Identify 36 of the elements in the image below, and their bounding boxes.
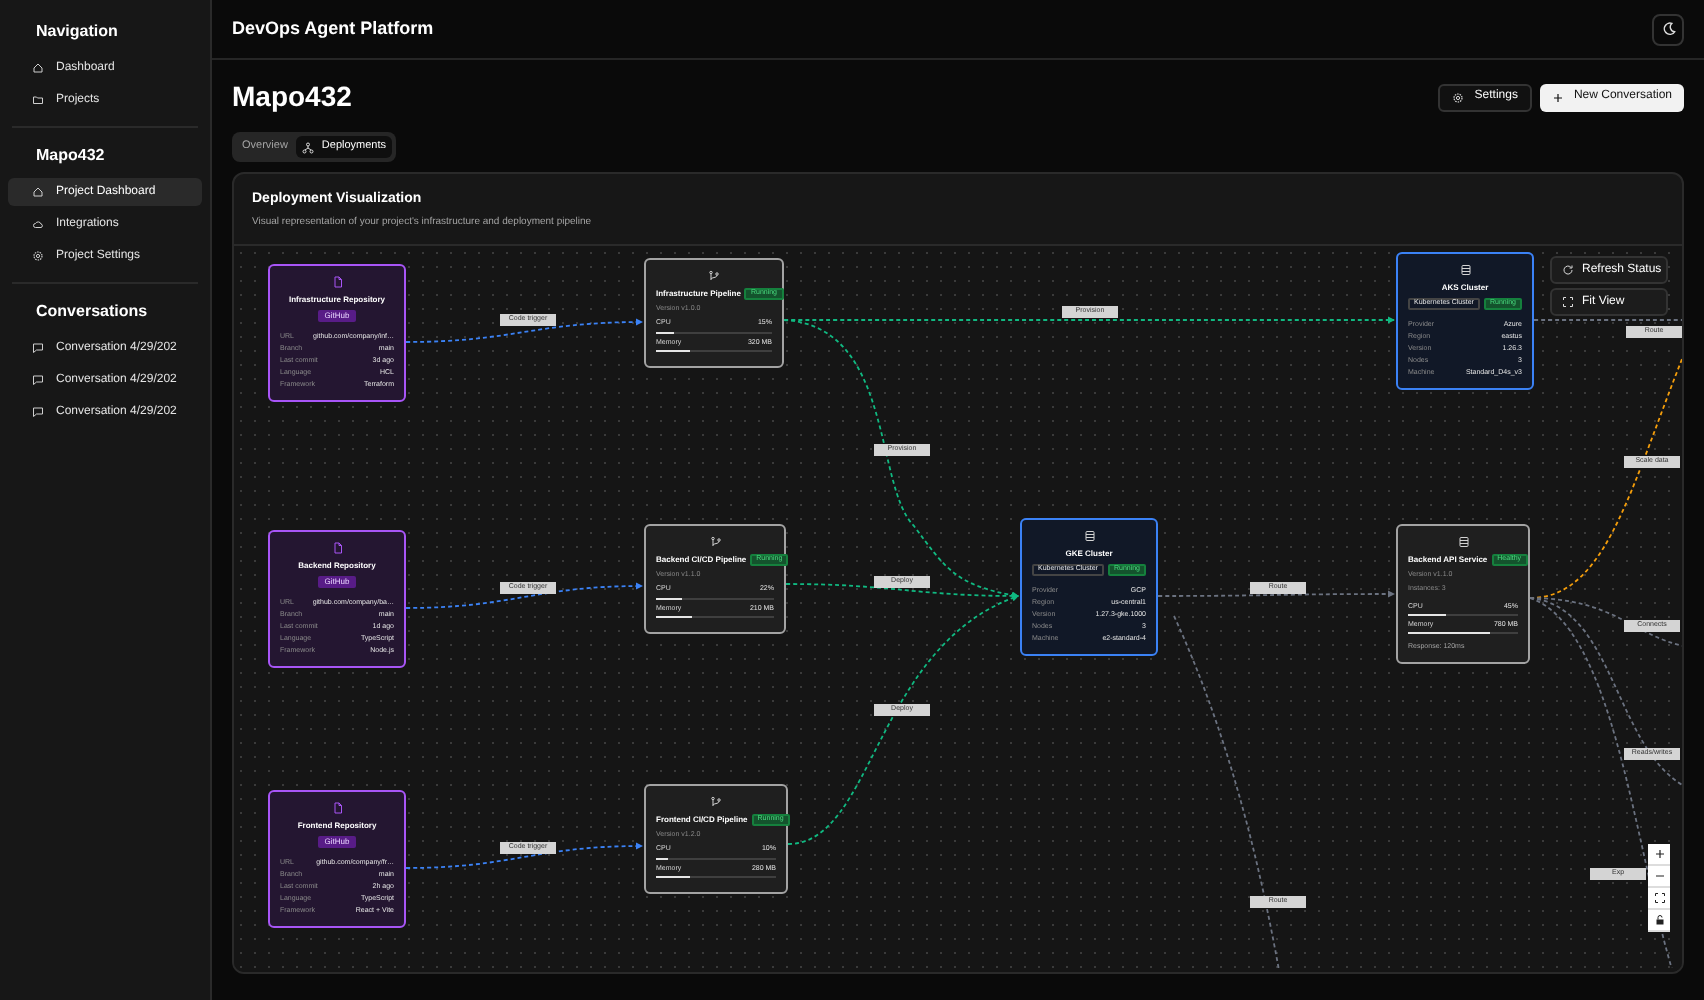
folder-icon: [32, 94, 44, 106]
section-heading: Mapo432: [34, 144, 107, 168]
server-icon: [1083, 530, 1095, 542]
theme-toggle-button[interactable]: [1652, 13, 1684, 45]
app-title: DevOps Agent Platform: [232, 15, 434, 42]
zoom-in-button[interactable]: [1648, 844, 1670, 866]
gear-icon: [1452, 91, 1465, 103]
lock-button[interactable]: [1648, 910, 1670, 932]
server-icon: [1459, 264, 1471, 276]
refresh-icon: [1562, 264, 1574, 276]
chat-icon: [32, 374, 44, 386]
plus-icon: [1653, 848, 1665, 860]
minus-icon: [1653, 870, 1665, 882]
file-icon: [331, 542, 343, 554]
network-icon: [301, 141, 314, 153]
branch-icon: [710, 796, 722, 808]
moon-icon: [1661, 22, 1675, 36]
home-icon: [32, 186, 44, 198]
file-icon: [331, 276, 343, 288]
server-icon: [1457, 536, 1469, 548]
gear-icon: [32, 250, 44, 262]
file-icon: [331, 802, 343, 814]
home-icon: [32, 62, 44, 74]
plus-icon: [1551, 91, 1564, 103]
project-title: Mapo432: [232, 78, 352, 116]
chat-icon: [32, 342, 44, 354]
lock-icon: [1653, 914, 1665, 926]
branch-icon: [708, 270, 720, 282]
section-heading: Navigation: [34, 20, 120, 44]
fit-view-icon: [1562, 296, 1574, 308]
cloud-icon: [32, 218, 44, 230]
branch-icon: [709, 536, 721, 548]
chat-icon: [32, 406, 44, 418]
fit-view-icon: [1653, 892, 1665, 904]
fit-button[interactable]: [1648, 888, 1670, 910]
section-heading: Conversations: [34, 300, 150, 324]
